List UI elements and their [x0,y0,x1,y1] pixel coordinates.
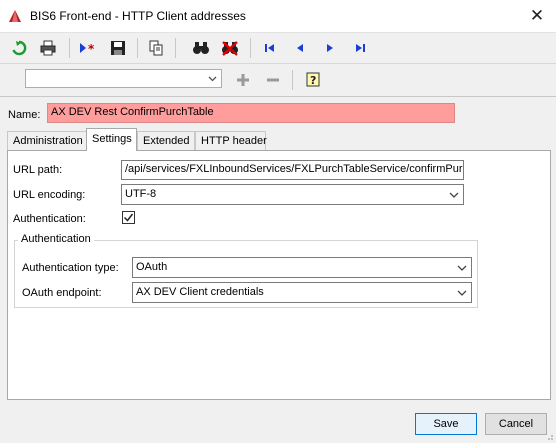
oauth-endpoint-label: OAuth endpoint: [22,287,102,299]
auth-type-value: OAuth [136,261,168,273]
svg-text:*: * [88,42,95,56]
auth-type-select[interactable]: OAuth [132,257,472,278]
first-record-button[interactable] [260,38,280,58]
tab-label: Settings [92,133,132,145]
url-path-label: URL path: [13,164,63,176]
chevron-down-icon [457,290,467,296]
toolbar-separator [250,38,251,58]
plus-icon [237,74,249,86]
url-encoding-label: URL encoding: [13,189,86,201]
checkmark-icon [123,213,134,222]
authentication-group: Authentication Authentication type: OAut… [14,233,478,308]
toolbar-separator [292,70,293,90]
auth-type-label: Authentication type: [22,262,119,274]
app-logo-icon [9,10,21,22]
copy-button[interactable] [146,38,166,58]
window-title: BIS6 Front-end - HTTP Client addresses [30,9,246,23]
tab-administration[interactable]: Administration [7,131,87,150]
oauth-endpoint-value: AX DEV Client credentials [136,286,264,298]
save-button[interactable]: Save [415,413,477,435]
find-button[interactable] [191,38,211,58]
url-encoding-value: UTF-8 [125,188,157,200]
dialog-buttons: Save Cancel [0,405,556,443]
binoculars-icon [193,42,209,54]
last-record-button[interactable] [350,38,370,58]
toolbar-separator [69,38,70,58]
tab-label: Extended [143,135,190,147]
refresh-icon [12,40,27,56]
close-button[interactable]: ✕ [526,6,548,26]
main-toolbar: * [0,33,556,64]
new-record-icon: * [80,42,95,56]
authentication-label: Authentication: [13,213,86,225]
clear-find-icon [222,41,238,56]
save-icon [111,41,125,55]
copy-icon [149,40,163,56]
print-button[interactable] [38,38,58,58]
add-button[interactable] [233,70,253,90]
name-field[interactable]: AX DEV Rest ConfirmPurchTable [47,103,455,123]
close-icon: ✕ [529,6,545,25]
refresh-button[interactable] [9,38,29,58]
oauth-endpoint-select[interactable]: AX DEV Client credentials [132,282,472,303]
remove-button[interactable] [263,70,283,90]
secondary-toolbar: ? [0,64,556,97]
name-label: Name: [8,109,41,121]
next-record-button[interactable] [320,38,340,58]
new-record-button[interactable]: * [78,38,98,58]
help-button[interactable]: ? [303,70,323,90]
first-record-icon [265,44,274,52]
url-path-field[interactable]: /api/services/FXLInboundServices/FXLPurc… [121,160,464,180]
previous-record-icon [297,44,303,52]
toolbar-separator [175,38,176,58]
url-encoding-select[interactable]: UTF-8 [121,184,464,205]
toolbar-separator [137,38,138,58]
title-bar: BIS6 Front-end - HTTP Client addresses ✕ [0,0,556,33]
tab-label: Administration [13,135,83,147]
chevron-down-icon [449,192,459,198]
authentication-checkbox[interactable] [122,211,135,224]
resize-grip-icon[interactable] [544,431,554,441]
tab-http-header[interactable]: HTTP header [195,131,267,150]
tab-extended[interactable]: Extended [137,131,195,150]
previous-record-button[interactable] [290,38,310,58]
clear-find-button[interactable] [220,38,240,58]
settings-panel: URL path: /api/services/FXLInboundServic… [7,150,551,400]
help-icon: ? [306,72,320,87]
save-record-button[interactable] [108,38,128,58]
print-icon [40,40,56,56]
svg-text:?: ? [310,74,316,87]
chevron-down-icon [208,76,217,82]
next-record-icon [327,44,333,52]
last-record-icon [356,44,365,52]
tab-settings[interactable]: Settings [86,128,137,151]
tab-label: HTTP header [201,135,267,147]
chevron-down-icon [457,265,467,271]
filter-combobox[interactable] [25,69,222,88]
minus-icon [267,78,279,82]
authentication-group-title: Authentication [18,233,94,245]
cancel-button[interactable]: Cancel [485,413,547,435]
